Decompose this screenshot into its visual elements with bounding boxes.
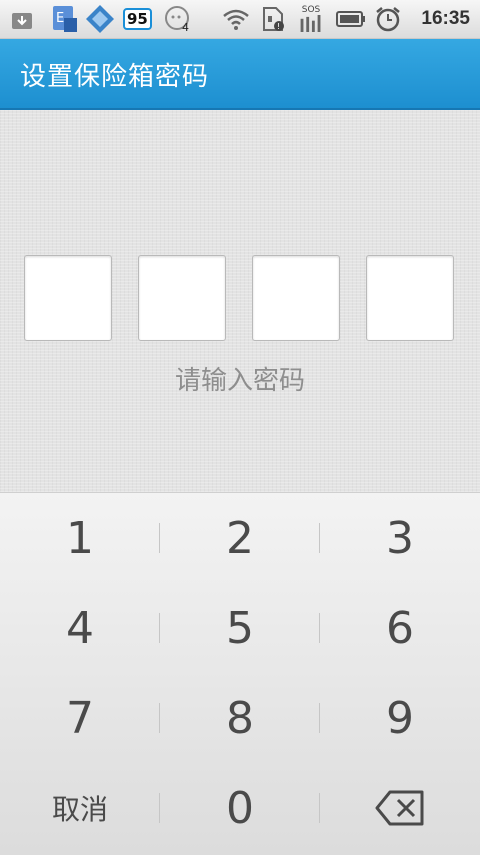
key-8[interactable]: 8 (160, 673, 320, 763)
pin-digit-box-1[interactable] (24, 255, 112, 341)
pin-entry-area: 请输入密码 (0, 110, 480, 492)
pin-digit-box-4[interactable] (366, 255, 454, 341)
key-5[interactable]: 5 (160, 583, 320, 673)
key-7[interactable]: 7 (0, 673, 160, 763)
download-icon (10, 6, 34, 32)
numeric-keypad: 1 2 3 4 5 6 7 8 9 取消 0 (0, 492, 480, 855)
signal-icon: SOS (298, 6, 324, 32)
sim-card-icon: E (50, 6, 80, 32)
cancel-button[interactable]: 取消 (0, 763, 160, 853)
page-title: 设置保险箱密码 (20, 62, 210, 92)
sd-card-icon: ! (260, 6, 286, 32)
key-4[interactable]: 4 (0, 583, 160, 673)
backspace-button[interactable] (320, 763, 480, 853)
keypad-divider (319, 703, 320, 733)
key-2[interactable]: 2 (160, 493, 320, 583)
keypad-divider (159, 613, 160, 643)
chat-bubble-icon (163, 6, 195, 32)
alarm-icon (374, 6, 402, 32)
keypad-divider (319, 613, 320, 643)
title-bar: 设置保险箱密码 (0, 39, 480, 110)
key-3[interactable]: 3 (320, 493, 480, 583)
password-hint: 请输入密码 (174, 366, 305, 396)
keypad-divider (319, 523, 320, 553)
keypad-divider (159, 703, 160, 733)
keypad-divider (319, 793, 320, 823)
pin-digit-box-3[interactable] (252, 255, 340, 341)
backspace-icon (375, 790, 424, 826)
svg-text:!: ! (277, 22, 280, 31)
svg-text:E: E (56, 11, 64, 26)
key-6[interactable]: 6 (320, 583, 480, 673)
clock-time: 16:35 (421, 8, 470, 29)
keypad-divider (159, 793, 160, 823)
key-1[interactable]: 1 (0, 493, 160, 583)
bubble-count: 4 (182, 20, 189, 34)
key-0[interactable]: 0 (160, 763, 320, 853)
app-diamond-icon (85, 5, 115, 33)
sos-label: SOS (301, 5, 321, 15)
status-bar: E 95 4 ! SOS 16:35 (0, 0, 480, 39)
pin-digit-box-2[interactable] (138, 255, 226, 341)
badge-number: 95 (123, 8, 152, 30)
battery-icon (336, 6, 366, 32)
battery-badge-icon: 95 (123, 6, 152, 32)
wifi-icon (222, 6, 250, 32)
keypad-divider (159, 523, 160, 553)
key-9[interactable]: 9 (320, 673, 480, 763)
